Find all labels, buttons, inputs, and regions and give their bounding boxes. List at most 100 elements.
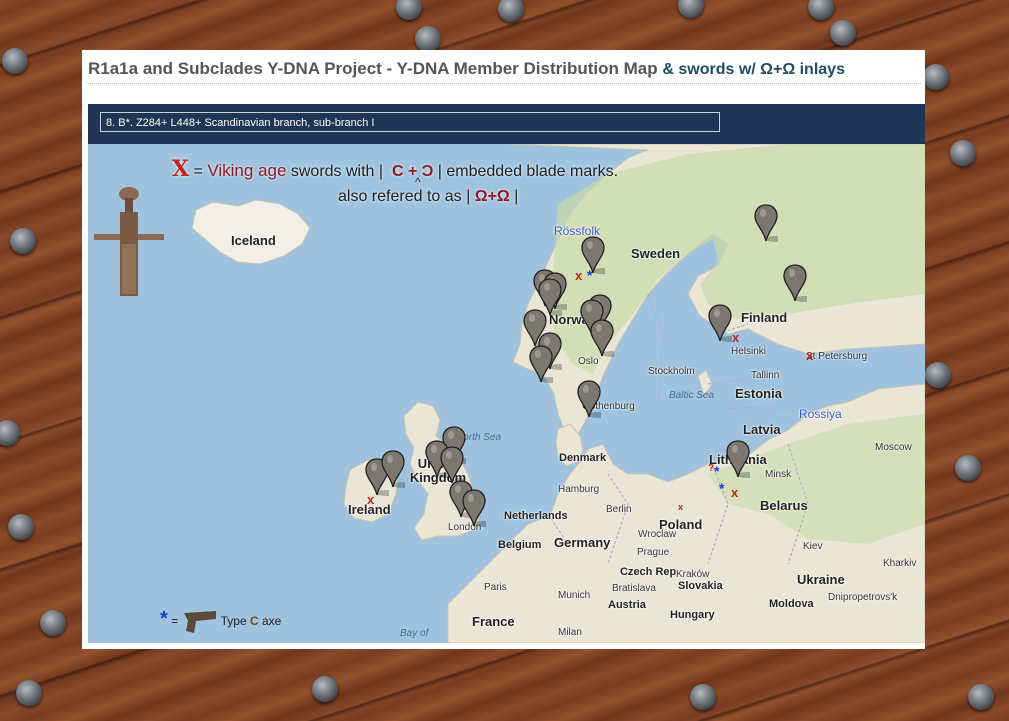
city-label: Munich	[558, 590, 591, 601]
rivet	[968, 684, 994, 710]
sword-find-mark: x	[806, 348, 814, 363]
rivet	[955, 455, 981, 481]
member-pin[interactable]	[581, 236, 614, 274]
legend-axe-type: Type	[220, 614, 247, 628]
axe-icon	[183, 610, 216, 633]
legend-swords-with: swords with |	[290, 163, 384, 180]
sea-label: Baltic Sea	[669, 390, 715, 401]
title-main: R1a1a and Subclades Y-DNA Project - Y-DN…	[88, 59, 658, 78]
country-label: Finland	[741, 310, 788, 325]
sword-find-mark: x	[678, 502, 684, 512]
sword-find-mark: x	[367, 492, 375, 507]
country-label: Moldova	[769, 598, 814, 610]
map-canvas[interactable]: X = Viking age swords with | C + Ɔ | emb…	[88, 144, 925, 643]
sword-find-mark: x	[575, 268, 583, 283]
country-label: Belgium	[498, 539, 542, 551]
legend-omega: also refered to as | Ω+Ω |	[338, 188, 518, 206]
title-extra: & swords w/ Ω+Ω inlays	[662, 61, 845, 78]
legend-viking-age: Viking age	[207, 161, 287, 180]
city-label: St Petersburg	[806, 351, 868, 362]
axe-find-mark: *	[587, 267, 593, 283]
country-label: Latvia	[743, 422, 781, 437]
city-label: Bratislava	[612, 583, 656, 594]
city-label: Helsinki	[731, 346, 767, 357]
country-label: Denmark	[559, 452, 607, 464]
member-pin[interactable]	[726, 440, 759, 478]
city-label: Minsk	[765, 469, 792, 480]
legend-also: also refered to as |	[338, 188, 471, 205]
city-label: Milan	[558, 627, 582, 638]
group-selector-bar: 8. B*. Z284+ L448+ Scandinavian branch, …	[88, 104, 925, 144]
city-label: Prague	[637, 547, 670, 558]
sword-find-mark: x	[732, 330, 740, 345]
rivet	[312, 676, 338, 702]
country-label: Slovakia	[678, 580, 723, 592]
rivet	[8, 514, 34, 540]
city-label: Hamburg	[558, 484, 600, 495]
legend-embedded: | embedded blade marks.	[437, 163, 619, 180]
member-pin[interactable]	[754, 204, 787, 242]
rivet	[923, 64, 949, 90]
legend-blade-marks: C + Ɔ	[391, 163, 434, 180]
city-label: Kraków	[676, 569, 710, 580]
rivet	[950, 140, 976, 166]
axe-find-mark: *	[719, 480, 725, 496]
city-label: Tallinn	[751, 370, 780, 381]
city-label: Kiev	[803, 541, 823, 552]
legend-caret: ^	[415, 175, 421, 189]
member-pin[interactable]	[529, 345, 562, 383]
legend-eq: =	[193, 163, 203, 180]
country-label: Iceland	[231, 233, 276, 248]
legend-close-bar: |	[514, 188, 519, 205]
rivet	[415, 26, 441, 52]
country-label: Hungary	[670, 609, 715, 621]
rivet	[2, 48, 28, 74]
city-label: Moscow	[875, 442, 912, 453]
rivet	[40, 610, 66, 636]
rivet	[808, 0, 834, 20]
rivet	[498, 0, 524, 22]
page-title: R1a1a and Subclades Y-DNA Project - Y-DN…	[88, 59, 845, 79]
rivet	[16, 680, 42, 706]
axe-find-mark: *	[714, 463, 720, 479]
rivet	[396, 0, 422, 20]
country-label: Austria	[608, 599, 646, 611]
country-label: Belarus	[760, 498, 808, 513]
country-label: Ukraine	[797, 572, 845, 587]
group-select[interactable]: 8. B*. Z284+ L448+ Scandinavian branch, …	[100, 112, 720, 132]
legend-axe-c: C	[249, 614, 259, 628]
legend-sword-marks: X = Viking age swords with | C + Ɔ | emb…	[172, 156, 618, 182]
rivet	[690, 684, 716, 710]
country-label: France	[472, 614, 515, 629]
rivet	[10, 228, 36, 254]
country-label: Sweden	[631, 246, 681, 261]
city-label: Oslo	[578, 356, 599, 367]
member-pin[interactable]	[577, 380, 610, 418]
city-label: Paris	[484, 582, 507, 593]
country-label: Germany	[554, 535, 611, 550]
viking-mark-symbol: X	[172, 156, 190, 182]
rivet	[678, 0, 704, 18]
city-label: Stockholm	[648, 366, 695, 377]
legend-omega-symbol: Ω+Ω	[474, 188, 510, 205]
city-label: Dnipropetrovs'k	[828, 592, 898, 603]
member-pin[interactable]	[381, 450, 414, 488]
legend-axe-eq: =	[171, 614, 179, 628]
map-panel: R1a1a and Subclades Y-DNA Project - Y-DN…	[82, 50, 925, 649]
city-label: Berlin	[606, 504, 632, 515]
country-label: Estonia	[735, 386, 782, 401]
city-label: Wroclaw	[638, 529, 677, 540]
viking-sword-image	[94, 187, 164, 296]
member-pin[interactable]	[440, 446, 473, 484]
legend-axe: * = Type C axe	[160, 608, 281, 635]
member-pin[interactable]	[783, 264, 816, 302]
region-label: Rossiya	[799, 407, 842, 421]
country-label: Czech Rep	[620, 566, 677, 578]
member-pin[interactable]	[708, 304, 741, 342]
rivet	[925, 362, 951, 388]
member-pin[interactable]	[462, 489, 495, 527]
title-divider	[86, 83, 921, 84]
landmass-iceland	[191, 199, 311, 265]
member-pin[interactable]	[590, 319, 623, 357]
city-label: Kharkiv	[883, 558, 917, 569]
